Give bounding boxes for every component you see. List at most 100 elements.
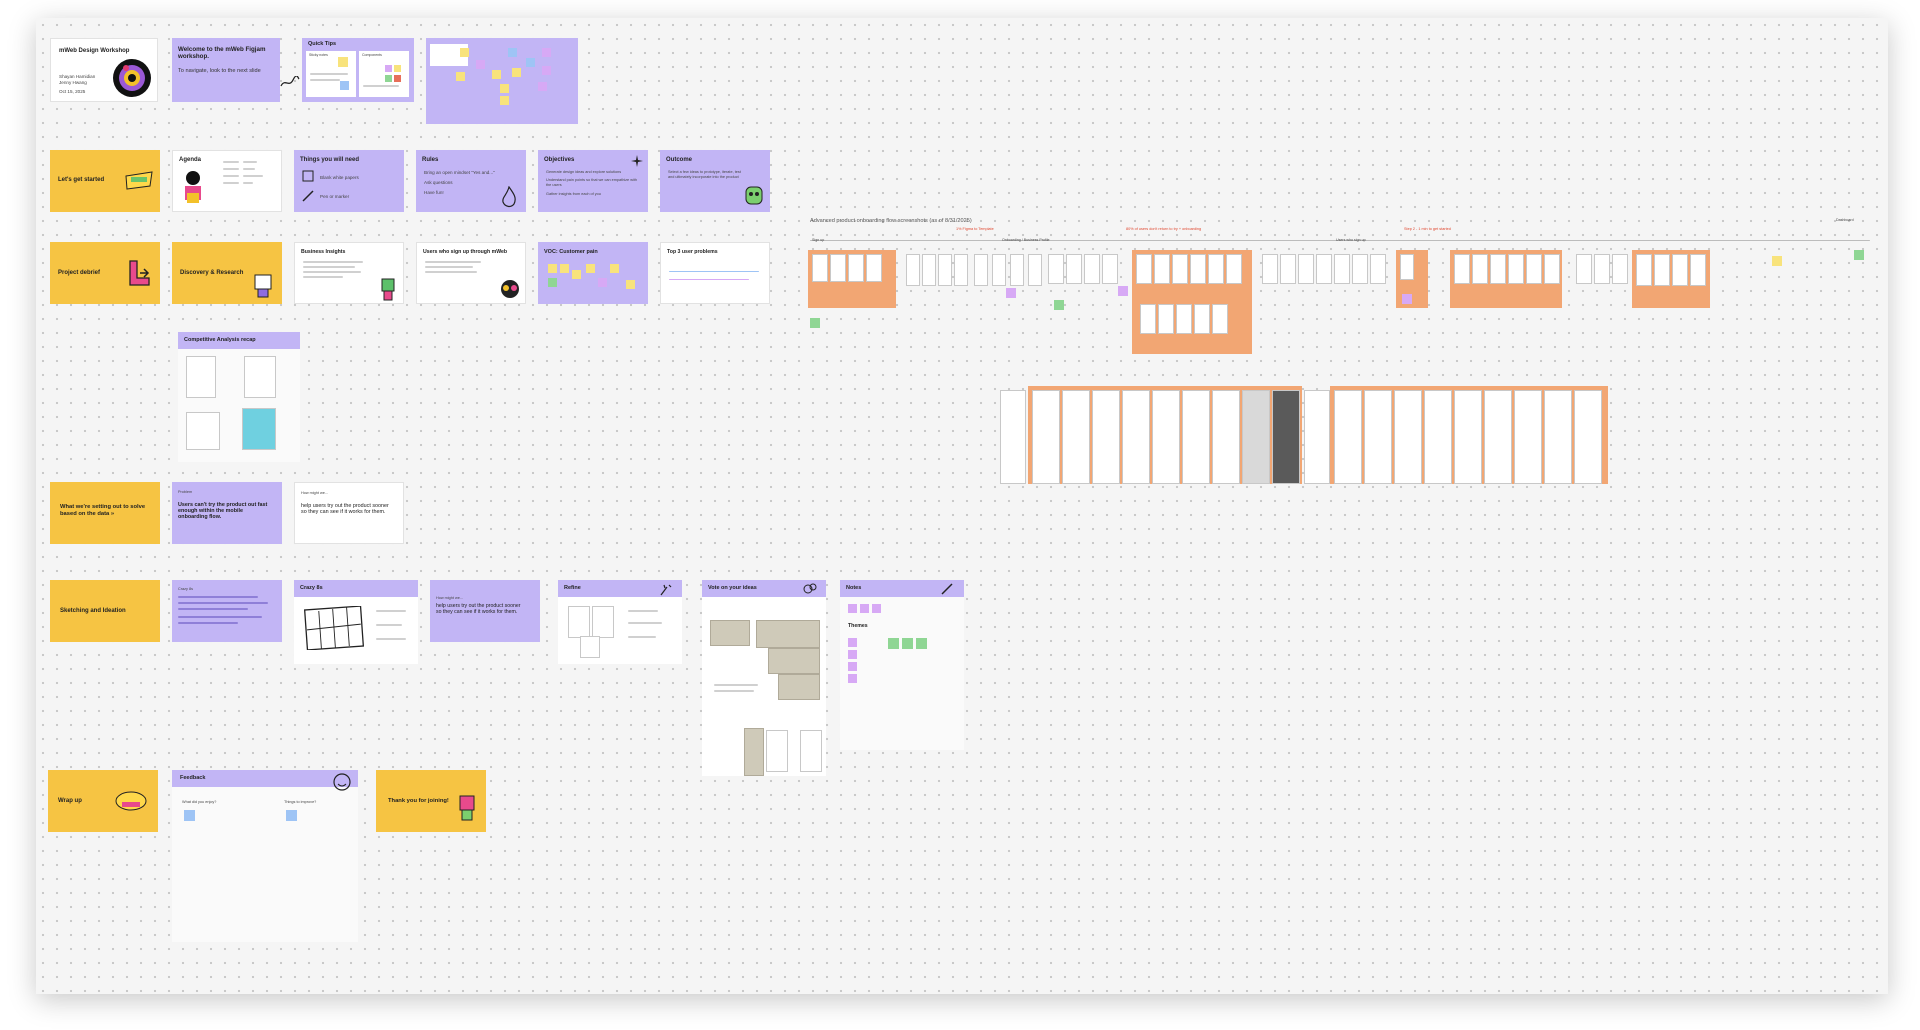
refine-slide[interactable]: Refine	[558, 580, 682, 664]
sticker-face-icon	[499, 279, 521, 299]
quick-tips-panel-left: Sticky notes	[306, 51, 356, 97]
pen-arrow-icon	[280, 76, 300, 88]
users-signup-title: Users who sign up through mWeb	[423, 249, 508, 255]
section-wrap-up[interactable]: Wrap up	[48, 770, 158, 832]
flow-annotation-3: Step 2 - 1 min to get started	[1404, 227, 1451, 231]
rules-slide[interactable]: Rules Bring an open mindset "Yes and..."…	[416, 150, 526, 212]
problem-label: Problem	[178, 490, 193, 494]
vote-stamp-icon	[802, 582, 818, 596]
lets-get-started-title: Let's get started	[58, 177, 105, 183]
flow-label-onboarding: Onboarding / Business Profile	[1002, 238, 1050, 242]
sticky-board-slide[interactable]	[426, 38, 578, 124]
sketching-title: Sketching and Ideation	[60, 608, 126, 614]
welcome-slide[interactable]: Welcome to the mWeb Figjam workshop. To …	[172, 38, 280, 102]
things-title: Things you will need	[300, 157, 360, 163]
title-slide[interactable]: mWeb Design Workshop Shayan Hamidian Jen…	[50, 38, 158, 102]
crazy8-grid-sketch-icon	[304, 606, 364, 650]
hmw-reminder-slide[interactable]: How might we... help users try out the p…	[430, 580, 540, 642]
quick-tips-title: Quick Tips	[308, 41, 337, 47]
feedback-q2: Things to improve?	[284, 800, 317, 804]
section-project-debrief[interactable]: Project debrief	[50, 242, 160, 304]
hmw-reminder-text: help users try out the product sooner so…	[436, 603, 521, 615]
sparkle-icon	[630, 154, 644, 168]
quick-tips-panel-right: Components	[359, 51, 409, 97]
crazy8-intro-title: Crazy 8s	[178, 587, 193, 591]
feedback-title: Feedback	[180, 775, 206, 781]
notes-title: Notes	[846, 585, 862, 591]
voc-customer-pain-slide[interactable]: VOC: Customer pain	[538, 242, 648, 304]
rules-title: Rules	[422, 157, 439, 163]
quick-tips-sticky-label: Sticky notes	[309, 53, 328, 57]
things-you-will-need-slide[interactable]: Things you will need Blank white papers …	[294, 150, 404, 212]
objectives-item-3: Gather insights from each of you	[546, 192, 601, 196]
feedback-slide[interactable]: Feedback What did you enjoy? Things to i…	[172, 770, 358, 942]
section-setting-out[interactable]: What we're setting out to solve based on…	[50, 482, 160, 544]
eye-sticker-icon	[111, 58, 153, 98]
flow-annotation-2: 80% of users don't return to try + onboa…	[1126, 227, 1202, 231]
objectives-title: Objectives	[544, 157, 575, 163]
thank-you-slide[interactable]: Thank you for joining!	[376, 770, 486, 832]
outcome-text: Select a few ideas to prototype, iterate…	[668, 170, 741, 179]
vote-slide[interactable]: Vote on your ideas	[702, 580, 826, 776]
objectives-slide[interactable]: Objectives Generate design ideas and exp…	[538, 150, 648, 212]
green-figure-sticker-icon	[379, 277, 397, 301]
pencil-icon	[940, 582, 956, 596]
business-insights-slide[interactable]: Business Insights	[294, 242, 404, 304]
letter-l-sticker-icon	[126, 258, 152, 288]
quick-tips-slide[interactable]: Quick Tips Sticky notes Components	[302, 38, 414, 102]
objectives-item-1: Generate design ideas and explore soluti…	[546, 170, 622, 174]
flow-label-users: Users who sign up	[1336, 238, 1366, 242]
outcome-slide[interactable]: Outcome Select a few ideas to prototype,…	[660, 150, 770, 212]
things-item-1: Blank white papers	[320, 175, 359, 180]
crazy8-title: Crazy 8s	[300, 585, 323, 591]
crazy8-slide[interactable]: Crazy 8s	[294, 580, 418, 664]
welcome-subtitle: To navigate, look to the next slide	[178, 68, 261, 74]
business-insights-title: Business Insights	[301, 249, 346, 255]
workshop-date: Oct 15, 2025	[59, 89, 86, 94]
competitive-analysis-slide[interactable]: Competitive Analysis recap	[178, 332, 300, 462]
workshop-title: mWeb Design Workshop	[59, 48, 130, 54]
themes-title: Themes	[848, 623, 868, 629]
top3-title: Top 3 user problems	[667, 249, 718, 255]
competitive-title: Competitive Analysis recap	[184, 337, 256, 343]
quick-tips-components-label: Components	[362, 53, 382, 57]
setting-out-title: What we're setting out to solve based on…	[60, 504, 146, 517]
wrap-up-title: Wrap up	[58, 798, 82, 804]
section-lets-get-started[interactable]: Let's get started	[50, 150, 160, 212]
flow-label-signup: Sign up	[812, 238, 825, 242]
character-sticker-icon	[456, 794, 478, 822]
refine-title: Refine	[564, 585, 581, 591]
problem-statement: Users can't try the product out fast eno…	[178, 502, 268, 521]
hmw-slide[interactable]: How might we... help users try out the p…	[294, 482, 404, 544]
rules-item-3: Have fun!	[424, 190, 444, 195]
robot-sticker-icon	[252, 272, 274, 298]
problem-statement-slide[interactable]: Problem Users can't try the product out …	[172, 482, 282, 544]
welcome-title: Welcome to the mWeb Figjam workshop.	[178, 46, 266, 61]
hmw-reminder-label: How might we...	[436, 596, 464, 600]
section-sketching-ideation[interactable]: Sketching and Ideation	[50, 580, 160, 642]
project-debrief-title: Project debrief	[58, 270, 101, 276]
rules-item-2: Ask questions	[424, 180, 453, 185]
figjam-canvas[interactable]: mWeb Design Workshop Shayan Hamidian Jen…	[36, 18, 1888, 994]
hmw-label: How might we...	[301, 491, 329, 495]
notes-slide[interactable]: Notes Themes	[840, 580, 964, 750]
person-sticker-icon	[181, 169, 205, 205]
end-badge-icon	[114, 790, 148, 812]
smiley-icon	[332, 772, 352, 792]
things-item-2: Pen or marker	[320, 194, 350, 199]
flame-icon	[500, 186, 518, 208]
crazy8-intro-slide[interactable]: Crazy 8s	[172, 580, 282, 642]
rules-item-1: Bring an open mindset "Yes and..."	[424, 170, 495, 175]
objectives-item-2: Understand pain points so that we can em…	[546, 178, 637, 187]
agenda-title: Agenda	[179, 157, 202, 163]
top-3-problems-slide[interactable]: Top 3 user problems	[660, 242, 770, 304]
flow-annotation-1: 1% Figma to Template	[956, 227, 994, 231]
start-badge-icon	[124, 168, 154, 192]
agenda-slide[interactable]: Agenda	[172, 150, 282, 212]
pen-icon	[302, 190, 314, 202]
paper-icon	[302, 170, 314, 182]
hmw-statement: help users try out the product sooner so…	[301, 503, 389, 516]
section-discovery-research[interactable]: Discovery & Research	[172, 242, 282, 304]
users-signup-slide[interactable]: Users who sign up through mWeb	[416, 242, 526, 304]
feedback-q1: What did you enjoy?	[182, 800, 217, 804]
